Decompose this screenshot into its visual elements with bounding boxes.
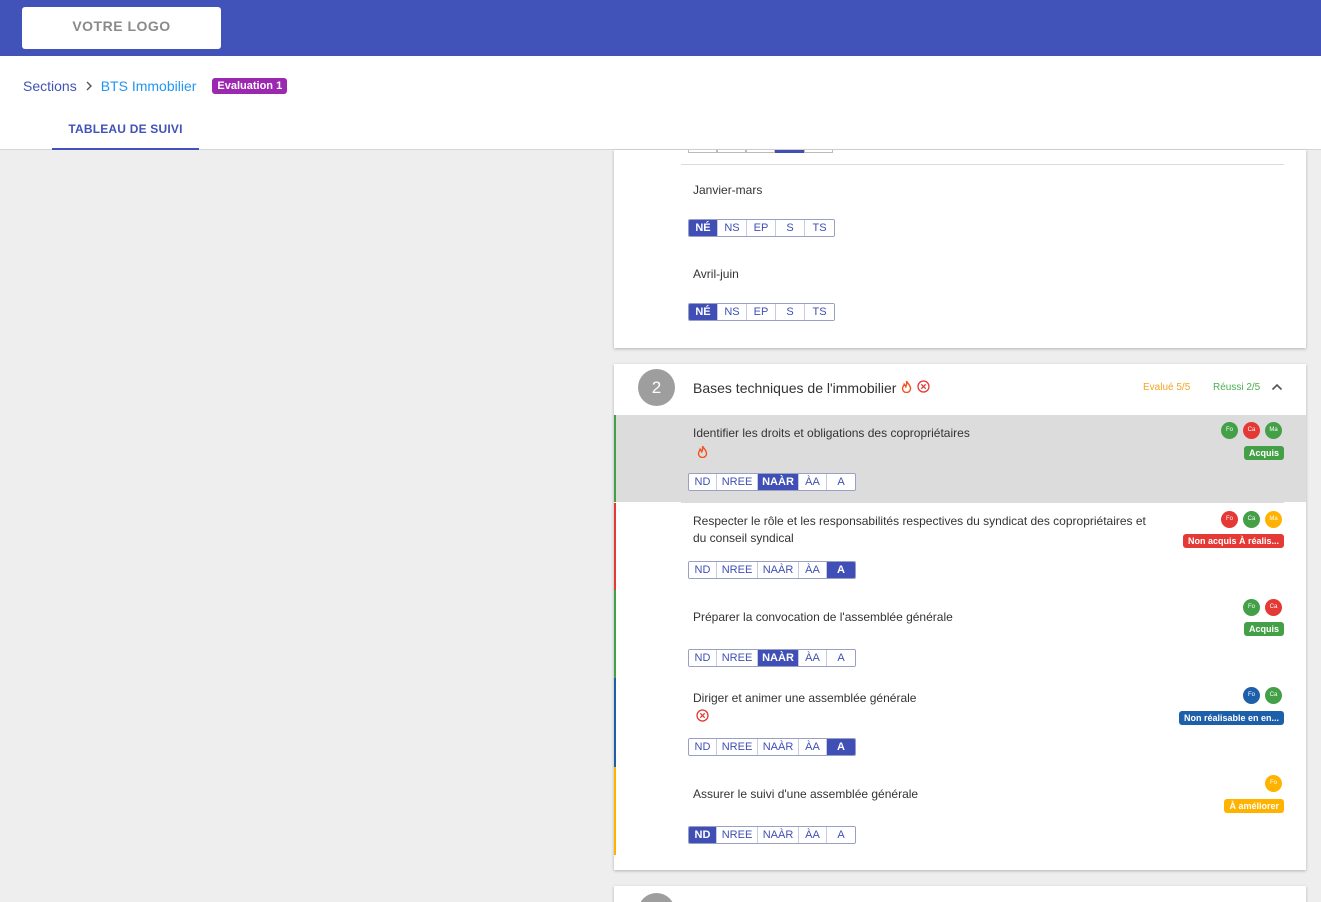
rating-option[interactable]: ND — [689, 739, 717, 755]
evaluated-count: Evalué 5/5 — [1143, 382, 1191, 393]
status-badge: Acquis — [1243, 622, 1284, 636]
evaluator-avatars: Fo Ca Ma — [1216, 422, 1282, 439]
evaluation-badge: Evaluation 1 — [212, 78, 288, 94]
rating-option[interactable]: ÀA — [799, 650, 827, 666]
cancel-circle-icon — [917, 380, 931, 396]
evaluator-avatars: Fo Ca Ma — [1216, 511, 1282, 528]
rating-option[interactable]: TS — [805, 220, 834, 236]
logo: VOTRE LOGO — [22, 7, 221, 49]
tab-tableau-de-suivi[interactable]: TABLEAU DE SUIVI — [52, 122, 199, 150]
avatar: Ca — [1243, 422, 1260, 439]
section-title: Bases techniques de l'immobilier — [693, 380, 931, 396]
rating-option[interactable]: ÀA — [799, 739, 827, 755]
period-rating-group: NÉ NS EP S TS — [688, 219, 835, 237]
rating-option[interactable]: ND — [689, 650, 717, 666]
breadcrumb-sections-link[interactable]: Sections — [23, 78, 77, 94]
period-rating-group-partial — [688, 150, 833, 153]
rating-option[interactable]: ND — [689, 562, 717, 578]
rating-option[interactable]: NS — [718, 304, 747, 320]
evaluator-avatars: Fo — [1260, 775, 1282, 792]
evaluator-avatars: Fo Ca — [1238, 687, 1282, 704]
avatar: Ma — [1265, 422, 1282, 439]
criterion-rating-group: ND NREE NAÀR ÀA A — [688, 649, 856, 667]
rating-option[interactable]: ND — [689, 827, 717, 843]
rating-option[interactable]: NÉ — [689, 220, 718, 236]
period-label: Avril-juin — [693, 267, 739, 281]
avatar: Ca — [1265, 599, 1282, 616]
rating-option[interactable]: NÉ — [689, 304, 718, 320]
rating-option[interactable]: NREE — [717, 650, 758, 666]
rating-option[interactable]: S — [776, 304, 805, 320]
avatar: Ca — [1243, 511, 1260, 528]
rating-option[interactable]: S — [776, 220, 805, 236]
rating-option[interactable]: NREE — [717, 562, 758, 578]
status-badge: Acquis — [1243, 446, 1284, 460]
period-label: Janvier-mars — [693, 183, 763, 197]
avatar: Fo — [1265, 775, 1282, 792]
fire-icon — [901, 380, 912, 396]
rating-option[interactable]: NAÀR — [758, 562, 799, 578]
status-badge: Non acquis À réalis... — [1182, 534, 1284, 548]
criterion-rating-group: ND NREE NAÀR ÀA A — [688, 561, 856, 579]
criterion-rating-group: ND NREE NAÀR ÀA A — [688, 473, 856, 491]
criterion-text: Respecter le rôle et les responsabilités… — [693, 514, 1146, 545]
cancel-circle-icon — [696, 709, 709, 727]
criterion-text: Diriger et animer une assemblée générale — [693, 691, 917, 705]
rating-option[interactable]: EP — [747, 304, 776, 320]
avatar: Fo — [1243, 599, 1260, 616]
rating-option[interactable]: ND — [689, 474, 717, 490]
avatar: Fo — [1243, 687, 1260, 704]
chevron-up-icon[interactable] — [1271, 382, 1283, 392]
rating-option[interactable]: NREE — [717, 474, 758, 490]
success-count: Réussi 2/5 — [1213, 382, 1261, 393]
divider — [681, 164, 1284, 165]
rating-option[interactable]: ÀA — [799, 827, 827, 843]
criterion-rating-group: ND NREE NAÀR ÀA A — [688, 738, 856, 756]
rating-option[interactable]: EP — [747, 220, 776, 236]
section-card-3 — [614, 886, 1306, 902]
rating-option[interactable]: NS — [718, 220, 747, 236]
rating-option[interactable]: ÀA — [799, 474, 827, 490]
section-number: 2 — [638, 369, 675, 406]
rating-option[interactable]: A — [827, 562, 855, 578]
rating-option[interactable]: A — [827, 827, 855, 843]
rating-option[interactable]: A — [827, 739, 855, 755]
status-badge: À améliorer — [1224, 799, 1284, 813]
avatar: Ma — [1265, 511, 1282, 528]
rating-option[interactable]: ÀA — [799, 562, 827, 578]
section-title-text: Bases techniques de l'immobilier — [693, 380, 897, 396]
evaluator-avatars: Fo Ca — [1238, 599, 1282, 616]
rating-option[interactable]: NREE — [717, 827, 758, 843]
criterion-text: Identifier les droits et obligations des… — [693, 426, 970, 440]
rating-option[interactable]: NAÀR — [758, 650, 799, 666]
breadcrumb-course-link[interactable]: BTS Immobilier — [101, 78, 197, 94]
fire-icon — [697, 445, 708, 463]
criterion-rating-group: ND NREE NAÀR ÀA A — [688, 826, 856, 844]
criterion-text: Assurer le suivi d'une assemblée général… — [693, 787, 919, 801]
rating-option[interactable]: NAÀR — [758, 739, 799, 755]
status-badge: Non réalisable en en... — [1178, 711, 1284, 725]
criterion-text: Préparer la convocation de l'assemblée g… — [693, 610, 953, 624]
breadcrumb: Sections BTS Immobilier Evaluation 1 — [23, 78, 288, 94]
rating-option[interactable]: TS — [805, 304, 834, 320]
rating-option[interactable]: NREE — [717, 739, 758, 755]
chevron-right-icon — [85, 81, 93, 91]
rating-option[interactable]: A — [827, 474, 855, 490]
rating-option[interactable]: A — [827, 650, 855, 666]
avatar: Fo — [1221, 511, 1238, 528]
avatar: Ca — [1265, 687, 1282, 704]
rating-option[interactable]: NAÀR — [758, 474, 799, 490]
sub-header: Sections BTS Immobilier Evaluation 1 TAB… — [0, 56, 1321, 150]
avatar: Fo — [1221, 422, 1238, 439]
rating-option[interactable]: NAÀR — [758, 827, 799, 843]
app-bar: VOTRE LOGO — [0, 0, 1321, 56]
period-rating-group: NÉ NS EP S TS — [688, 303, 835, 321]
